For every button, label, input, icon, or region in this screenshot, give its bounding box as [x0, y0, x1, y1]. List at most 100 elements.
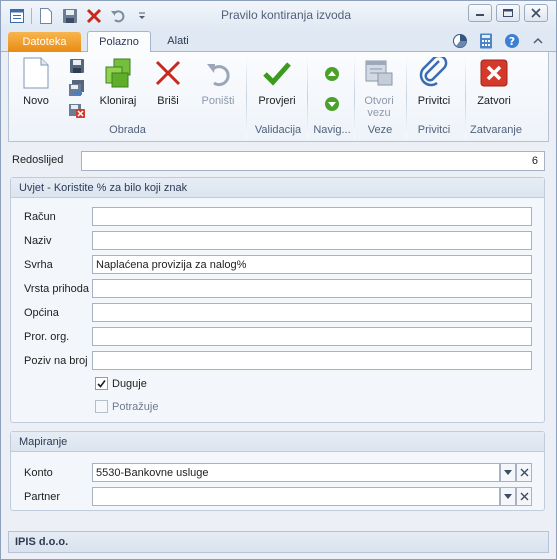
paperclip-icon — [418, 57, 450, 89]
save-icon[interactable] — [69, 58, 85, 74]
clear-x-icon — [520, 492, 528, 501]
org-label: Pror. org. — [24, 331, 70, 343]
purpose-label: Svrha — [24, 259, 53, 271]
konto-dropdown-button[interactable] — [500, 463, 516, 482]
title-bar: Pravilo kontiranja izvoda — [1, 1, 556, 30]
save-close-icon[interactable] — [69, 102, 85, 118]
partner-clear-button[interactable] — [516, 487, 532, 506]
group-edit-label: Obrada — [109, 124, 146, 136]
delete-button-label: Briši — [157, 95, 179, 107]
qat-delete-icon[interactable] — [84, 6, 104, 26]
ribbon-panel: Novo Kloniraj Briši Poništi Obrada Provj… — [8, 52, 549, 142]
tab-row-icons: ? — [442, 33, 546, 49]
tab-tools[interactable]: Alati — [161, 31, 195, 53]
name-label: Naziv — [24, 235, 52, 247]
status-bar: IPIS d.o.o. — [8, 531, 549, 553]
check-button-label: Provjeri — [258, 95, 296, 107]
undo-button[interactable]: Poništi — [195, 57, 241, 107]
navigate-down-icon[interactable] — [324, 96, 340, 112]
app-window: Pravilo kontiranja izvoda Datoteka Polaz… — [0, 0, 557, 560]
konto-field[interactable]: 5530-Bankovne usluge — [92, 463, 500, 482]
group-separator — [307, 56, 308, 138]
order-label: Redoslijed — [12, 154, 64, 166]
attachments-button[interactable]: Privitci — [409, 57, 459, 107]
maximize-button[interactable] — [496, 4, 520, 22]
mapping-panel: Mapiranje Konto 5530-Bankovne usluge Par… — [10, 431, 545, 511]
open-link-icon — [363, 57, 395, 89]
open-link-label-line2: vezu — [367, 107, 391, 119]
credit-checkbox-label: Potražuje — [112, 400, 159, 413]
group-navigation-label: Navig... — [313, 124, 351, 136]
undo-button-label: Poništi — [201, 95, 235, 107]
calculator-icon[interactable] — [478, 33, 494, 49]
ribbon-tab-row: Datoteka Polazno Alati ? — [1, 30, 556, 53]
konto-clear-button[interactable] — [516, 463, 532, 482]
group-validation-label: Validacija — [254, 124, 302, 136]
help-icon[interactable]: ? — [504, 33, 520, 49]
ribbon-collapse-icon[interactable] — [530, 33, 546, 49]
new-button-label: Novo — [23, 95, 49, 107]
delete-x-icon — [152, 57, 184, 89]
group-links-label: Veze — [367, 124, 393, 136]
form-content: Redoslijed 6 Uvjet - Koristite % za bilo… — [8, 145, 549, 529]
group-separator — [246, 56, 247, 138]
chevron-down-icon — [504, 469, 512, 475]
delete-button[interactable]: Briši — [148, 57, 188, 107]
close-window-button[interactable] — [524, 4, 548, 22]
check-button[interactable]: Provjeri — [251, 57, 303, 107]
credit-checkbox[interactable]: Potražuje — [95, 400, 158, 413]
new-button[interactable]: Novo — [16, 57, 56, 107]
close-form-icon — [478, 57, 510, 89]
open-link-label-line1: Otvori — [364, 95, 394, 107]
clone-icon — [102, 57, 134, 89]
reference-label: Poziv na broj — [24, 355, 88, 367]
open-link-button[interactable]: Otvori vezu — [356, 57, 402, 119]
qat-new-icon[interactable] — [36, 6, 56, 26]
debit-checkbox-label: Duguje — [112, 377, 147, 390]
group-attachments-label: Privitci — [417, 124, 451, 136]
check-icon — [261, 57, 293, 89]
account-field[interactable] — [92, 207, 532, 226]
close-form-button[interactable]: Zatvori — [469, 57, 519, 107]
window-title: Pravilo kontiranja izvoda — [220, 8, 352, 22]
condition-panel-header: Uvjet - Koristite % za bilo koji znak — [11, 178, 544, 198]
org-field[interactable] — [92, 327, 532, 346]
qat-separator — [31, 8, 32, 24]
konto-label: Konto — [24, 467, 53, 479]
name-field[interactable] — [92, 231, 532, 250]
qat-save-icon[interactable] — [60, 6, 80, 26]
partner-label: Partner — [24, 491, 61, 503]
quick-access-toolbar — [7, 6, 156, 26]
clear-x-icon — [520, 468, 528, 477]
style-icon[interactable] — [452, 33, 468, 49]
condition-panel: Uvjet - Koristite % za bilo koji znak Ra… — [10, 177, 545, 423]
order-field[interactable]: 6 — [81, 151, 545, 171]
income-type-field[interactable] — [92, 279, 532, 298]
purpose-field[interactable]: Naplaćena provizija za nalog% — [92, 255, 532, 274]
qat-customize-icon[interactable] — [132, 6, 152, 26]
clone-button[interactable]: Kloniraj — [95, 57, 141, 107]
company-name: IPIS d.o.o. — [15, 536, 69, 548]
new-document-icon — [20, 57, 52, 89]
partner-dropdown-button[interactable] — [500, 487, 516, 506]
credit-checkbox-box[interactable] — [95, 400, 108, 413]
account-label: Račun — [24, 211, 56, 223]
qat-undo-icon[interactable] — [108, 6, 128, 26]
tab-home[interactable]: Polazno — [87, 31, 151, 53]
svg-text:?: ? — [509, 35, 515, 48]
debit-checkbox-box[interactable] — [95, 377, 108, 390]
navigate-up-icon[interactable] — [324, 66, 340, 82]
reference-field[interactable] — [92, 351, 532, 370]
partner-field[interactable] — [92, 487, 500, 506]
tab-file[interactable]: Datoteka — [8, 32, 81, 52]
window-controls — [464, 4, 548, 22]
municipality-label: Općina — [24, 307, 59, 319]
clone-button-label: Kloniraj — [99, 95, 137, 107]
save-all-icon[interactable] — [69, 80, 85, 96]
undo-icon — [202, 57, 234, 89]
chevron-down-icon — [504, 493, 512, 499]
minimize-button[interactable] — [468, 4, 492, 22]
debit-checkbox[interactable]: Duguje — [95, 377, 147, 390]
app-menu-icon[interactable] — [7, 6, 27, 26]
municipality-field[interactable] — [92, 303, 532, 322]
